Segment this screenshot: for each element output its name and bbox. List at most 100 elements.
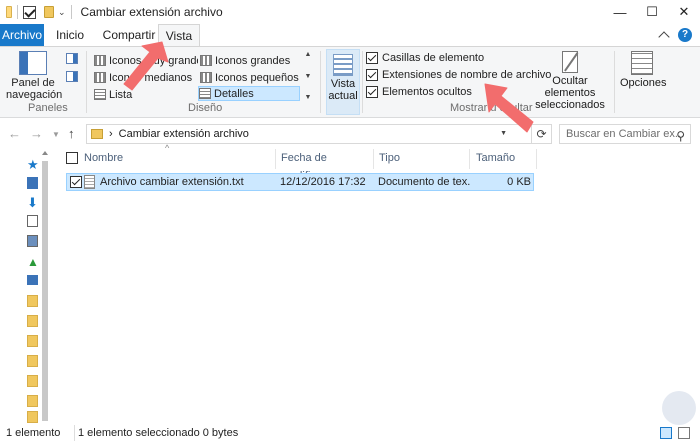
search-input[interactable]: Buscar en Cambiar ex... ⚲ xyxy=(559,124,691,144)
new-folder-icon[interactable] xyxy=(44,6,54,18)
pictures-icon[interactable] xyxy=(27,235,38,247)
checkbox[interactable] xyxy=(366,86,378,98)
properties-check-icon[interactable] xyxy=(23,5,36,19)
current-view-icon xyxy=(333,54,353,76)
checkbox-label: Elementos ocultos xyxy=(382,86,472,98)
breadcrumb[interactable]: Cambiar extensión archivo xyxy=(119,128,249,140)
options-label: Opciones xyxy=(620,77,667,89)
maximize-button[interactable]: ☐ xyxy=(636,0,668,24)
divider xyxy=(74,425,75,441)
divider xyxy=(614,51,615,113)
ribbon: Panel de navegación Paneles Iconos muy g… xyxy=(0,46,700,118)
forward-arrow-icon[interactable]: → xyxy=(30,126,43,141)
layout-label: Iconos grandes xyxy=(215,54,291,67)
window-title: Cambiar extensión archivo xyxy=(80,5,223,19)
table-row[interactable]: Archivo cambiar extensión.txt 12/12/2016… xyxy=(66,173,534,191)
downloads-icon[interactable]: ⬇ xyxy=(27,195,38,211)
details-icon xyxy=(199,88,211,99)
status-bar: 1 elemento 1 elemento seleccionado 0 byt… xyxy=(0,425,700,443)
address-input[interactable]: › Cambiar extensión archivo ▼ xyxy=(86,124,532,144)
layout-small-icons[interactable]: Iconos pequeños xyxy=(200,70,304,85)
documents-icon[interactable] xyxy=(27,215,38,227)
item-checkboxes-toggle[interactable]: Casillas de elemento xyxy=(366,52,484,64)
navigation-pane-button[interactable]: Panel de navegación xyxy=(6,51,63,101)
search-icon[interactable]: ⚲ xyxy=(676,127,685,145)
breadcrumb-separator: › xyxy=(109,128,113,140)
scroll-up-icon[interactable] xyxy=(42,151,48,155)
file-name: Archivo cambiar extensión.txt xyxy=(100,176,244,188)
hidden-items-toggle[interactable]: Elementos ocultos xyxy=(366,86,472,98)
folder-icon[interactable] xyxy=(27,375,38,387)
group-label-paneles: Paneles xyxy=(28,102,68,114)
layout-details[interactable]: Detalles xyxy=(198,86,300,101)
folder-icon[interactable] xyxy=(27,411,38,423)
medium-icons-icon xyxy=(94,72,106,83)
ribbon-tab-controls: ? xyxy=(658,28,692,43)
checkbox[interactable] xyxy=(366,69,378,81)
column-header-label: Nombre xyxy=(84,152,124,164)
divider xyxy=(373,149,374,169)
watermark-logo xyxy=(662,391,696,425)
text-file-icon xyxy=(84,175,95,189)
help-icon[interactable]: ? xyxy=(678,28,692,42)
file-extensions-toggle[interactable]: Extensiones de nombre de archivo xyxy=(366,69,551,81)
quick-access-star-icon[interactable]: ★ xyxy=(27,157,39,173)
column-header-size[interactable]: Tamaño xyxy=(472,149,536,169)
folder-icon[interactable] xyxy=(27,355,38,367)
desktop-icon[interactable] xyxy=(27,177,38,189)
file-size: 0 KB xyxy=(507,176,531,188)
up-arrow-icon[interactable]: ↑ xyxy=(68,126,75,141)
preview-pane-icon[interactable] xyxy=(66,53,78,64)
large-icons-view-icon[interactable] xyxy=(678,427,690,439)
divider xyxy=(469,149,470,169)
more-icon[interactable]: ▼ xyxy=(305,94,312,101)
tab-archivo[interactable]: Archivo xyxy=(0,24,44,46)
checkbox[interactable] xyxy=(366,52,378,64)
item-checkbox[interactable] xyxy=(70,176,82,188)
hide-selected-icon xyxy=(562,51,578,73)
navigation-pane-scrollbar[interactable] xyxy=(40,149,50,425)
folder-icon[interactable] xyxy=(27,315,38,327)
collapse-ribbon-icon[interactable] xyxy=(658,31,670,43)
chevron-up-icon[interactable]: ▲ xyxy=(305,51,312,58)
folder-icon[interactable] xyxy=(27,295,38,307)
recent-locations-icon[interactable]: ▼ xyxy=(52,130,60,139)
selection-info: 1 elemento seleccionado 0 bytes xyxy=(78,427,239,439)
column-header-type[interactable]: Tipo xyxy=(375,149,469,169)
folder-icon xyxy=(6,6,12,18)
details-pane-icon[interactable] xyxy=(66,71,78,82)
divider xyxy=(70,5,72,19)
quick-access-toolbar: ⌄ xyxy=(0,0,75,24)
minimize-button[interactable]: — xyxy=(604,0,636,24)
file-date: 12/12/2016 17:32 xyxy=(280,176,366,188)
select-all-checkbox[interactable] xyxy=(66,152,78,165)
column-header-date[interactable]: Fecha de modifica... xyxy=(277,149,373,182)
list-icon xyxy=(94,89,106,100)
close-button[interactable]: ✕ xyxy=(668,0,700,24)
column-header-name[interactable]: Nombre xyxy=(62,149,274,169)
navigation-pane-label: Panel de navegación xyxy=(6,77,63,101)
google-drive-icon[interactable]: ▲ xyxy=(27,255,39,269)
group-label-diseno: Diseño xyxy=(188,102,223,114)
chevron-down-icon[interactable]: ▼ xyxy=(305,73,312,80)
options-button[interactable]: Opciones xyxy=(620,51,667,89)
scrollbar-thumb[interactable] xyxy=(42,161,48,421)
folder-icon[interactable] xyxy=(27,395,38,407)
title-bar: ⌄ Cambiar extensión archivo — ☐ ✕ xyxy=(0,0,700,24)
layout-gallery-scroll[interactable]: ▲ ▼ ▼ xyxy=(301,51,315,101)
current-view-button[interactable]: Vista actual xyxy=(326,49,360,115)
layout-label: Iconos pequeños xyxy=(215,71,299,84)
back-arrow-icon[interactable]: ← xyxy=(8,126,21,141)
divider xyxy=(275,149,276,169)
pc-icon[interactable] xyxy=(27,275,38,285)
details-view-icon[interactable] xyxy=(660,427,672,439)
tab-inicio[interactable]: Inicio xyxy=(46,24,94,46)
folder-icon xyxy=(91,129,103,139)
hide-selected-items-button[interactable]: Ocultar elementos seleccionados xyxy=(530,51,610,111)
divider xyxy=(362,51,363,113)
divider xyxy=(320,51,321,113)
quick-access-dropdown-icon[interactable]: ⌄ xyxy=(58,7,66,18)
layout-large-icons[interactable]: Iconos grandes xyxy=(200,53,304,68)
folder-icon[interactable] xyxy=(27,335,38,347)
item-count: 1 elemento xyxy=(6,427,61,439)
